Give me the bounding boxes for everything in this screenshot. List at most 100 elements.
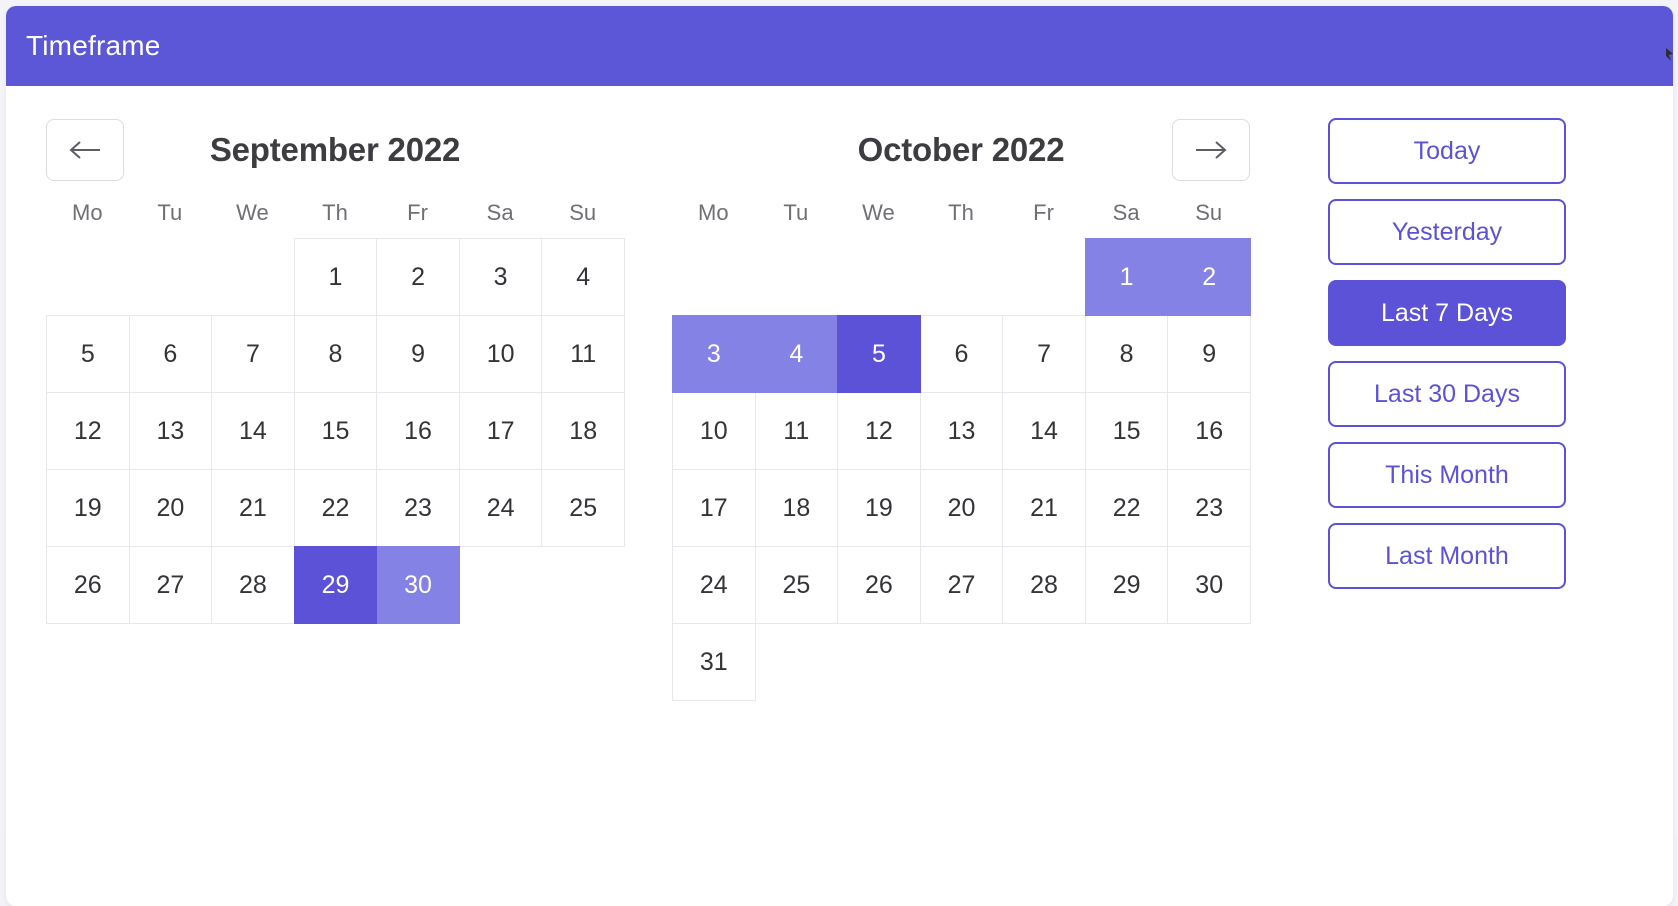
day-cell[interactable]: 1 — [294, 238, 378, 316]
day-cell[interactable]: 15 — [1085, 392, 1169, 470]
day-cell[interactable]: 18 — [541, 392, 625, 470]
day-cell[interactable]: 23 — [376, 469, 460, 547]
weekday-label: Su — [1167, 200, 1250, 226]
day-cell[interactable]: 24 — [672, 546, 756, 624]
day-cell[interactable]: 20 — [129, 469, 213, 547]
calendar-september-days: 1234567891011121314151617181920212223242… — [46, 238, 624, 623]
calendar-october-title: October 2022 — [750, 131, 1172, 169]
day-cell[interactable]: 9 — [376, 315, 460, 393]
day-cell[interactable]: 5 — [46, 315, 130, 393]
day-cell[interactable]: 27 — [129, 546, 213, 624]
weekday-label: Th — [920, 200, 1003, 226]
weekday-label: Mo — [46, 200, 129, 226]
day-cell[interactable]: 7 — [1002, 315, 1086, 393]
preset-button-this-month[interactable]: This Month — [1328, 442, 1566, 508]
day-cell[interactable]: 3 — [459, 238, 543, 316]
day-cell[interactable]: 13 — [129, 392, 213, 470]
day-cell[interactable]: 6 — [129, 315, 213, 393]
preset-button-last-30-days[interactable]: Last 30 Days — [1328, 361, 1566, 427]
weekday-label: Th — [294, 200, 377, 226]
calendar-september: September 2022 MoTuWeThFrSaSu 1234567891… — [46, 114, 624, 700]
arrow-right-icon — [1193, 139, 1229, 161]
day-cell[interactable]: 30 — [376, 546, 460, 624]
day-cell[interactable]: 3 — [672, 315, 756, 393]
preset-button-last-7-days[interactable]: Last 7 Days — [1328, 280, 1566, 346]
day-cell[interactable]: 10 — [672, 392, 756, 470]
calendar-september-title: September 2022 — [124, 131, 546, 169]
day-cell[interactable]: 11 — [541, 315, 625, 393]
preset-button-last-month[interactable]: Last Month — [1328, 523, 1566, 589]
day-cell[interactable]: 16 — [1167, 392, 1251, 470]
day-cell[interactable]: 25 — [755, 546, 839, 624]
day-cell[interactable]: 1 — [1085, 238, 1169, 316]
arrow-left-icon — [67, 139, 103, 161]
day-cell[interactable]: 27 — [920, 546, 1004, 624]
weekday-label: Fr — [376, 200, 459, 226]
day-cell[interactable]: 28 — [211, 546, 295, 624]
day-cell[interactable]: 31 — [672, 623, 756, 701]
next-month-button[interactable] — [1172, 119, 1250, 181]
weekday-label: Sa — [459, 200, 542, 226]
preset-button-yesterday[interactable]: Yesterday — [1328, 199, 1566, 265]
calendar-october-weekdays: MoTuWeThFrSaSu — [672, 200, 1250, 226]
day-cell[interactable]: 28 — [1002, 546, 1086, 624]
day-cell[interactable]: 17 — [672, 469, 756, 547]
day-cell[interactable]: 17 — [459, 392, 543, 470]
day-cell[interactable]: 12 — [46, 392, 130, 470]
card-header: Timeframe — [6, 6, 1673, 86]
day-cell[interactable]: 14 — [211, 392, 295, 470]
day-cell[interactable]: 26 — [46, 546, 130, 624]
timeframe-card: Timeframe September 2022 MoTuWeThFrSaSu … — [6, 6, 1673, 906]
day-cell[interactable]: 7 — [211, 315, 295, 393]
day-cell[interactable]: 22 — [294, 469, 378, 547]
day-cell[interactable]: 25 — [541, 469, 625, 547]
weekday-label: Tu — [129, 200, 212, 226]
day-cell[interactable]: 23 — [1167, 469, 1251, 547]
day-cell-empty — [46, 238, 130, 316]
day-cell[interactable]: 4 — [755, 315, 839, 393]
day-cell[interactable]: 2 — [376, 238, 460, 316]
day-cell[interactable]: 20 — [920, 469, 1004, 547]
preset-button-today[interactable]: Today — [1328, 118, 1566, 184]
page-title: Timeframe — [26, 30, 161, 62]
day-cell[interactable]: 16 — [376, 392, 460, 470]
day-cell[interactable]: 29 — [294, 546, 378, 624]
day-cell-empty — [755, 238, 839, 316]
day-cell[interactable]: 21 — [211, 469, 295, 547]
preset-buttons: Today Yesterday Last 7 Days Last 30 Days Thi… — [1328, 118, 1566, 589]
day-cell[interactable]: 8 — [294, 315, 378, 393]
calendar-september-weekdays: MoTuWeThFrSaSu — [46, 200, 624, 226]
day-cell[interactable]: 18 — [755, 469, 839, 547]
day-cell[interactable]: 2 — [1167, 238, 1251, 316]
day-cell-empty — [920, 238, 1004, 316]
weekday-label: Fr — [1002, 200, 1085, 226]
weekday-label: Su — [541, 200, 624, 226]
day-cell[interactable]: 10 — [459, 315, 543, 393]
calendar-october: October 2022 MoTuWeThFrSaSu 123456789101… — [672, 114, 1250, 700]
weekday-label: Tu — [755, 200, 838, 226]
calendar-october-days: 1234567891011121314151617181920212223242… — [672, 238, 1250, 700]
day-cell[interactable]: 19 — [46, 469, 130, 547]
day-cell[interactable]: 8 — [1085, 315, 1169, 393]
prev-month-button[interactable] — [46, 119, 124, 181]
day-cell[interactable]: 5 — [837, 315, 921, 393]
weekday-label: We — [837, 200, 920, 226]
day-cell[interactable]: 15 — [294, 392, 378, 470]
day-cell[interactable]: 12 — [837, 392, 921, 470]
day-cell[interactable]: 14 — [1002, 392, 1086, 470]
day-cell[interactable]: 11 — [755, 392, 839, 470]
day-cell[interactable]: 22 — [1085, 469, 1169, 547]
day-cell[interactable]: 21 — [1002, 469, 1086, 547]
day-cell[interactable]: 6 — [920, 315, 1004, 393]
day-cell-empty — [1002, 238, 1086, 316]
weekday-label: Sa — [1085, 200, 1168, 226]
day-cell[interactable]: 30 — [1167, 546, 1251, 624]
day-cell[interactable]: 9 — [1167, 315, 1251, 393]
day-cell[interactable]: 24 — [459, 469, 543, 547]
day-cell[interactable]: 26 — [837, 546, 921, 624]
calendars-container: September 2022 MoTuWeThFrSaSu 1234567891… — [6, 114, 1250, 700]
day-cell[interactable]: 29 — [1085, 546, 1169, 624]
day-cell[interactable]: 19 — [837, 469, 921, 547]
day-cell[interactable]: 13 — [920, 392, 1004, 470]
day-cell[interactable]: 4 — [541, 238, 625, 316]
